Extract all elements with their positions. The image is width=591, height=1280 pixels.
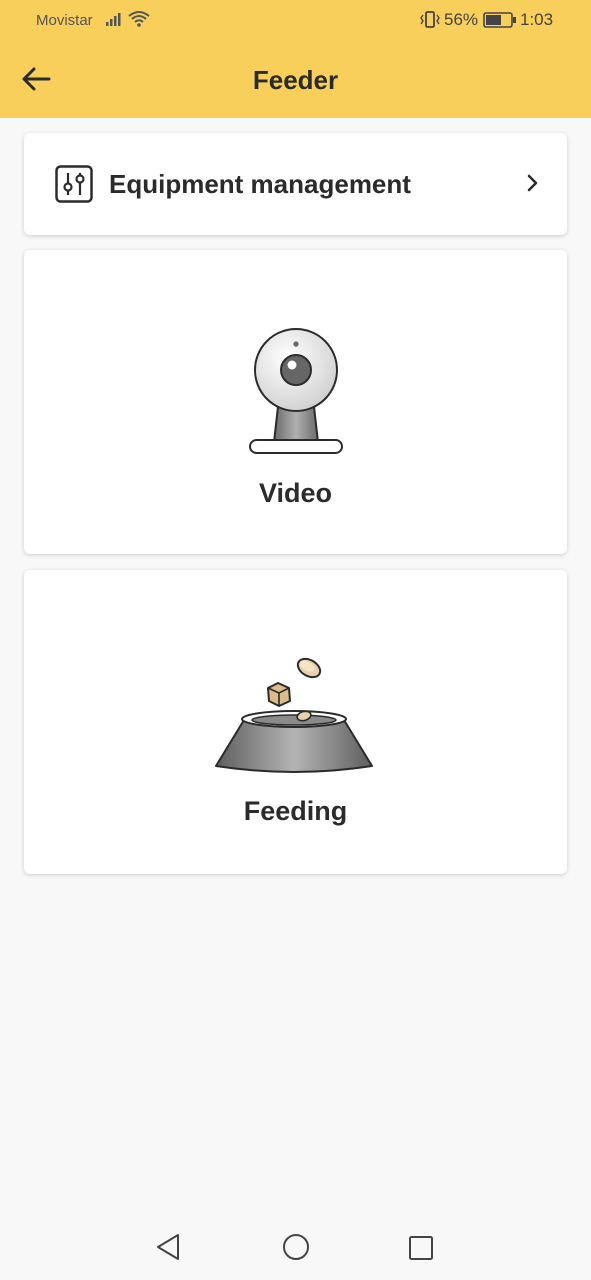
- nav-back-icon[interactable]: [154, 1232, 182, 1267]
- system-nav-bar: [0, 1210, 591, 1280]
- signal-icon: [106, 12, 124, 30]
- wifi-icon: [128, 10, 150, 32]
- webcam-icon: [24, 324, 567, 456]
- battery-icon: [483, 12, 517, 32]
- chevron-right-icon: [527, 173, 539, 198]
- nav-home-icon[interactable]: [281, 1232, 311, 1267]
- carrier-name: Movistar: [36, 12, 93, 29]
- vibrate-icon: [419, 10, 441, 34]
- feeding-card[interactable]: Feeding: [24, 570, 567, 874]
- status-time: 1:03: [520, 10, 554, 29]
- equipment-management-label: Equipment management: [109, 169, 411, 199]
- app-header: Movistar 56% 1:03 Feeder: [0, 0, 591, 118]
- feeding-label: Feeding: [243, 796, 348, 826]
- video-card[interactable]: Video: [24, 250, 567, 554]
- page-title: Feeder: [252, 65, 339, 95]
- sliders-icon: [55, 165, 93, 208]
- video-label: Video: [258, 478, 333, 508]
- toolbar: Feeder: [0, 55, 591, 105]
- nav-recents-icon[interactable]: [407, 1234, 435, 1267]
- food-bowl-icon: [24, 654, 567, 778]
- battery-percent: 56%: [444, 10, 479, 29]
- status-bar: Movistar 56% 1:03: [0, 0, 591, 40]
- equipment-management-row[interactable]: Equipment management: [24, 133, 567, 235]
